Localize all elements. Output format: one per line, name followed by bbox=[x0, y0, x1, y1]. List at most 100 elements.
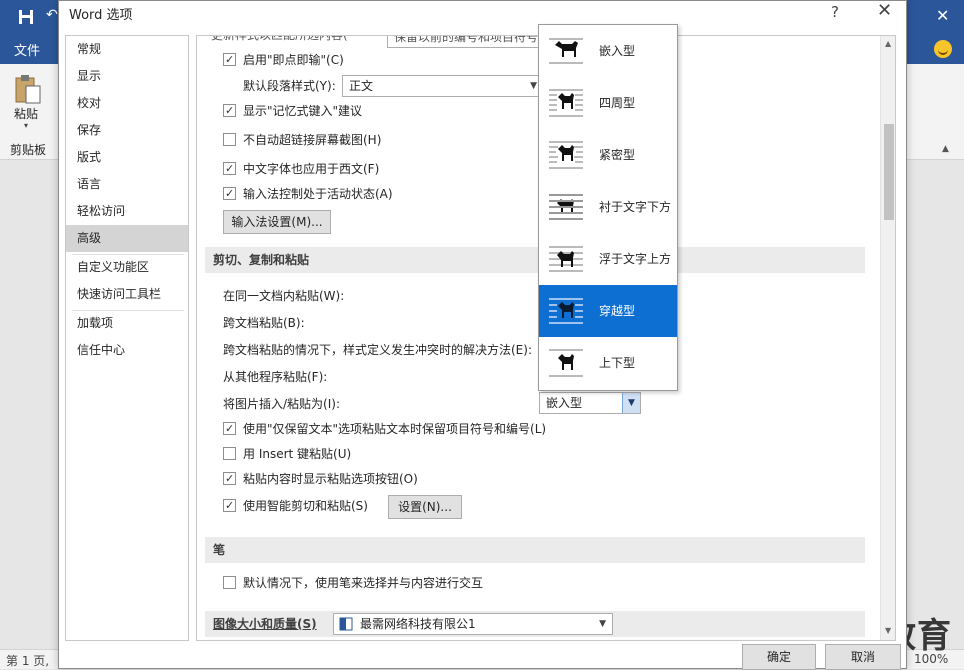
wrap-option-label: 四周型 bbox=[599, 96, 636, 110]
feedback-smiley-icon[interactable] bbox=[934, 40, 952, 58]
clipboard-group-label: 剪贴板 bbox=[10, 143, 47, 157]
paste-label[interactable]: 粘贴 bbox=[14, 105, 38, 122]
paste-dropdown-icon[interactable]: ▾ bbox=[24, 121, 28, 130]
default-paragraph-style-label: 默认段落样式(Y): bbox=[243, 79, 336, 93]
nav-item-customize-ribbon[interactable]: 自定义功能区 bbox=[66, 254, 188, 281]
pen-select-label: 默认情况下，使用笔来选择并与内容进行交互 bbox=[243, 576, 484, 590]
undo-icon[interactable]: ↶ bbox=[46, 7, 58, 23]
word-close-icon[interactable]: ✕ bbox=[936, 6, 949, 25]
close-icon[interactable]: ✕ bbox=[877, 0, 892, 21]
paste-icon[interactable] bbox=[14, 74, 42, 104]
update-style-cut-label: 更新样式以匹配所选内容( bbox=[211, 35, 348, 42]
paste-cross-doc-label: 跨文档粘贴(B): bbox=[223, 316, 305, 330]
nav-item-advanced[interactable]: 高级 bbox=[66, 225, 188, 252]
smart-cut-paste-checkbox[interactable] bbox=[223, 497, 236, 515]
keep-bullets-checkbox[interactable] bbox=[223, 420, 236, 438]
insert-key-paste-checkbox[interactable] bbox=[223, 447, 236, 460]
nav-item-quick-access[interactable]: 快速访问工具栏 bbox=[66, 281, 188, 308]
wrap-option-behind-text[interactable]: 衬于文字下方 bbox=[539, 181, 677, 233]
keep-bullets-label: 使用"仅保留文本"选项粘贴文本时保留项目符号和编号(L) bbox=[243, 422, 547, 436]
wrap-option-label: 上下型 bbox=[599, 356, 636, 370]
ime-active-checkbox[interactable] bbox=[223, 185, 236, 203]
wrap-option-inline[interactable]: 嵌入型 bbox=[539, 25, 677, 77]
default-paragraph-style-value: 正文 bbox=[349, 79, 374, 93]
ime-settings-button[interactable]: 输入法设置(M)... bbox=[223, 210, 331, 234]
help-icon[interactable]: ? bbox=[831, 3, 839, 21]
wrap-option-top-bottom[interactable]: 上下型 bbox=[539, 337, 677, 389]
cjk-font-western-checkbox[interactable] bbox=[223, 160, 236, 178]
smart-paste-settings-button[interactable]: 设置(N)... bbox=[388, 495, 462, 519]
chevron-down-icon[interactable]: ▼ bbox=[622, 393, 640, 413]
wrap-option-in-front-of-text[interactable]: 浮于文字上方 bbox=[539, 233, 677, 285]
collapse-ribbon-icon[interactable]: ▲ bbox=[942, 144, 949, 154]
tight-wrap-icon bbox=[549, 141, 583, 169]
wrap-style-dropdown-list: 嵌入型 四周型 紧密型 衬于文字下方 浮于文字上方 穿越型 上下型 bbox=[538, 24, 678, 391]
behind-text-icon bbox=[549, 194, 583, 220]
section-pen: 笔 bbox=[205, 537, 865, 563]
insert-picture-as-value: 嵌入型 bbox=[546, 396, 583, 410]
wrap-option-square[interactable]: 四周型 bbox=[539, 77, 677, 129]
autocomplete-checkbox[interactable] bbox=[223, 102, 236, 120]
nav-item-display[interactable]: 显示 bbox=[66, 63, 188, 90]
pen-select-checkbox[interactable] bbox=[223, 576, 236, 589]
word-document-icon bbox=[339, 617, 353, 631]
scroll-up-icon[interactable]: ▲ bbox=[885, 39, 891, 48]
insert-key-paste-label: 用 Insert 键粘贴(U) bbox=[243, 447, 352, 461]
scrollbar-thumb[interactable] bbox=[884, 124, 894, 220]
word-options-dialog: Word 选项 ? ✕ 常规 显示 校对 保存 版式 语言 轻松访问 高级 自定… bbox=[58, 0, 907, 670]
click-and-type-label: 启用"即点即输"(C) bbox=[243, 53, 344, 67]
wrap-option-label: 浮于文字上方 bbox=[599, 252, 672, 266]
nav-item-save[interactable]: 保存 bbox=[66, 117, 188, 144]
in-front-of-text-icon bbox=[549, 246, 583, 272]
ime-active-label: 输入法控制处于活动状态(A) bbox=[243, 187, 393, 201]
image-size-quality-value: 最需网络科技有限公1 bbox=[360, 617, 476, 631]
chevron-down-icon: ▼ bbox=[599, 619, 606, 629]
paste-same-doc-label: 在同一文档内粘贴(W): bbox=[223, 289, 345, 303]
default-paragraph-style-dropdown[interactable]: 正文 ▼ bbox=[342, 75, 544, 97]
top-bottom-wrap-icon bbox=[549, 349, 583, 377]
update-style-dropdown[interactable]: 保留以前的编号和项目符号 bbox=[387, 35, 547, 48]
inline-wrap-icon bbox=[549, 38, 583, 64]
autocomplete-label: 显示"记忆式键入"建议 bbox=[243, 104, 363, 118]
smart-cut-paste-label: 使用智能剪切和粘贴(S) bbox=[243, 499, 368, 513]
options-nav: 常规 显示 校对 保存 版式 语言 轻松访问 高级 自定义功能区 快速访问工具栏… bbox=[65, 35, 189, 641]
nav-item-trust-center[interactable]: 信任中心 bbox=[66, 337, 188, 364]
image-size-quality-dropdown[interactable]: 最需网络科技有限公1 ▼ bbox=[333, 613, 613, 635]
paste-other-programs-label: 从其他程序粘贴(F): bbox=[223, 370, 328, 384]
image-size-quality-label: 图像大小和质量(S) bbox=[213, 617, 317, 631]
nav-item-typography[interactable]: 版式 bbox=[66, 144, 188, 171]
nav-item-accessibility[interactable]: 轻松访问 bbox=[66, 198, 188, 225]
wrap-option-label: 衬于文字下方 bbox=[599, 200, 672, 214]
no-hyperlink-screenshot-label: 不自动超链接屏幕截图(H) bbox=[243, 133, 382, 147]
insert-picture-as-dropdown[interactable]: 嵌入型 ▼ bbox=[539, 392, 641, 414]
dialog-title: Word 选项 bbox=[69, 8, 133, 23]
page-count-status: 第 1 页, bbox=[6, 654, 50, 668]
save-icon[interactable] bbox=[18, 9, 34, 25]
wrap-option-tight[interactable]: 紧密型 bbox=[539, 129, 677, 181]
nav-item-addins[interactable]: 加载项 bbox=[66, 310, 188, 337]
paste-conflict-label: 跨文档粘贴的情况下，样式定义发生冲突时的解决方法(E): bbox=[223, 343, 532, 357]
nav-item-general[interactable]: 常规 bbox=[66, 36, 188, 63]
nav-item-proofing[interactable]: 校对 bbox=[66, 90, 188, 117]
update-style-dropdown-value: 保留以前的编号和项目符号 bbox=[394, 35, 539, 44]
wrap-option-label: 穿越型 bbox=[599, 304, 636, 318]
scroll-down-icon[interactable]: ▼ bbox=[885, 626, 891, 635]
show-paste-options-checkbox[interactable] bbox=[223, 470, 236, 488]
through-wrap-icon bbox=[549, 298, 583, 324]
file-tab[interactable]: 文件 bbox=[14, 40, 40, 59]
section-cut-copy-paste: 剪切、复制和粘贴 bbox=[205, 247, 865, 273]
wrap-option-through[interactable]: 穿越型 bbox=[539, 285, 677, 337]
wrap-option-label: 嵌入型 bbox=[599, 44, 636, 58]
cancel-button[interactable]: 取消 bbox=[825, 644, 901, 670]
square-wrap-icon bbox=[549, 89, 583, 117]
no-hyperlink-screenshot-checkbox[interactable] bbox=[223, 133, 236, 146]
wrap-option-label: 紧密型 bbox=[599, 148, 636, 162]
click-and-type-checkbox[interactable] bbox=[223, 51, 236, 69]
chevron-down-icon: ▼ bbox=[530, 81, 537, 91]
show-paste-options-label: 粘贴内容时显示粘贴选项按钮(O) bbox=[243, 472, 418, 486]
insert-picture-as-label: 将图片插入/粘贴为(I): bbox=[223, 397, 340, 411]
ok-button[interactable]: 确定 bbox=[742, 644, 816, 670]
nav-item-language[interactable]: 语言 bbox=[66, 171, 188, 198]
cjk-font-western-label: 中文字体也应用于西文(F) bbox=[243, 162, 380, 176]
vertical-scrollbar[interactable]: ▲ ▼ bbox=[880, 36, 895, 640]
